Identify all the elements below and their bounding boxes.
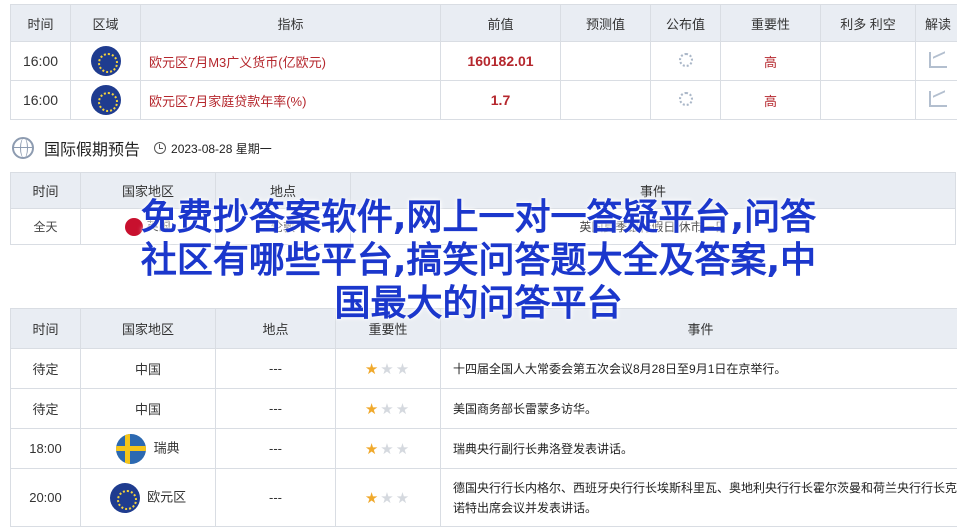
interpretation-cell[interactable] xyxy=(915,80,957,120)
header-forecast: 预测值 xyxy=(560,4,651,42)
event-place: --- xyxy=(215,428,336,469)
header-previous: 前值 xyxy=(440,4,561,42)
event-time: 20:00 xyxy=(10,468,81,527)
star-icon: ★★ xyxy=(380,440,412,458)
loading-icon xyxy=(678,52,693,67)
star-icon: ★ xyxy=(364,400,381,418)
indicator-impact xyxy=(820,41,916,81)
event-row: 待定 中国 --- ★★★ 十四届全国人大常委会第五次会议8月28日至9月1日在… xyxy=(10,348,957,389)
holiday-date: 2023-08-28 星期一 xyxy=(171,141,272,156)
star-icon: ★ xyxy=(364,489,381,507)
overlay-line: 社区有哪些平台,搞笑问答题大全及答案,中 xyxy=(140,240,817,281)
event-time: 待定 xyxy=(10,388,81,429)
indicator-header-row: 时间 区域 指标 前值 预测值 公布值 重要性 利多 利空 解读 xyxy=(10,4,957,42)
actual-cell xyxy=(650,41,721,81)
event-country-cell: 瑞典 xyxy=(80,428,216,469)
indicator-table: 时间 区域 指标 前值 预测值 公布值 重要性 利多 利空 解读 16:00 欧… xyxy=(10,4,957,120)
interpretation-cell[interactable] xyxy=(915,41,957,81)
indicator-time: 16:00 xyxy=(10,80,71,120)
event-country: 中国 xyxy=(80,348,216,389)
event-importance: ★★★ xyxy=(335,468,441,527)
eu-flag-icon xyxy=(109,482,140,513)
overlay-line: 免费抄答案软件,网上一对一答疑平台,问答 xyxy=(140,197,817,238)
star-icon: ★★ xyxy=(380,489,412,507)
header-indicator: 指标 xyxy=(140,4,441,42)
eu-flag-icon xyxy=(90,46,121,76)
indicator-impact xyxy=(820,80,916,120)
header-time: 时间 xyxy=(10,4,71,42)
star-icon: ★ xyxy=(364,360,381,378)
event-description: 十四届全国人大常委会第五次会议8月28日至9月1日在京举行。 xyxy=(440,348,957,389)
header-interpretation: 解读 xyxy=(915,4,957,42)
holiday-title: 国际假期预告 xyxy=(44,142,141,159)
overlay-headline: 免费抄答案软件,网上一对一答疑平台,问答 社区有哪些平台,搞笑问答题大全及答案,… xyxy=(0,196,957,325)
loading-icon xyxy=(678,91,693,106)
chart-icon[interactable] xyxy=(929,90,947,107)
actual-cell xyxy=(650,80,721,120)
event-row: 待定 中国 --- ★★★ 美国商务部长雷蒙多访华。 xyxy=(10,388,957,429)
event-country: 瑞典 xyxy=(153,439,180,455)
sweden-flag-icon xyxy=(116,433,147,464)
header-actual: 公布值 xyxy=(650,4,721,42)
indicator-row[interactable]: 16:00 欧元区7月家庭贷款年率(%) 1.7 高 xyxy=(10,80,957,120)
event-importance: ★★★ xyxy=(335,348,441,389)
chart-icon[interactable] xyxy=(929,51,947,68)
indicator-name[interactable]: 欧元区7月M3广义货币(亿欧元) xyxy=(140,41,441,81)
event-place: --- xyxy=(215,348,336,389)
holiday-section-header: 国际假期预告 2023-08-28 星期一 xyxy=(12,134,272,162)
event-country: 欧元区 xyxy=(147,488,187,504)
indicator-importance: 高 xyxy=(720,80,821,120)
indicator-forecast xyxy=(560,41,651,81)
event-country-cell: 欧元区 xyxy=(80,468,216,527)
header-impact: 利多 利空 xyxy=(820,4,916,42)
event-place: --- xyxy=(215,388,336,429)
star-icon: ★★ xyxy=(380,400,412,418)
event-table: 时间 国家地区 地点 重要性 事件 待定 中国 --- ★★★ 十四届全国人大常… xyxy=(10,308,957,527)
indicator-previous: 1.7 xyxy=(440,80,561,120)
region-cell xyxy=(70,41,141,81)
event-row: 18:00 瑞典 --- ★★★ 瑞典央行副行长弗洛登发表讲话。 xyxy=(10,428,957,469)
event-importance: ★★★ xyxy=(335,388,441,429)
header-region: 区域 xyxy=(70,4,141,42)
event-country: 中国 xyxy=(80,388,216,429)
star-icon: ★ xyxy=(364,440,381,458)
indicator-time: 16:00 xyxy=(10,41,71,81)
event-description: 瑞典央行副行长弗洛登发表讲话。 xyxy=(440,428,957,469)
indicator-row[interactable]: 16:00 欧元区7月M3广义货币(亿欧元) 160182.01 高 xyxy=(10,41,957,81)
eu-flag-icon xyxy=(90,85,121,115)
event-importance: ★★★ xyxy=(335,428,441,469)
overlay-line: 国最大的问答平台 xyxy=(334,283,623,324)
star-icon: ★★ xyxy=(380,360,412,378)
region-cell xyxy=(70,80,141,120)
event-row: 20:00 欧元区 --- ★★★ 德国央行行长内格尔、西班牙央行行长埃斯科里瓦… xyxy=(10,468,957,527)
header-importance: 重要性 xyxy=(720,4,821,42)
event-description: 德国央行行长内格尔、西班牙央行行长埃斯科里瓦、奥地利央行行长霍尔茨曼和荷兰央行行… xyxy=(440,468,957,527)
indicator-importance: 高 xyxy=(720,41,821,81)
indicator-name[interactable]: 欧元区7月家庭贷款年率(%) xyxy=(140,80,441,120)
indicator-previous: 160182.01 xyxy=(440,41,561,81)
event-time: 待定 xyxy=(10,348,81,389)
event-time: 18:00 xyxy=(10,428,81,469)
indicator-forecast xyxy=(560,80,651,120)
event-description: 美国商务部长雷蒙多访华。 xyxy=(440,388,957,429)
clock-icon xyxy=(154,142,167,154)
event-place: --- xyxy=(215,468,336,527)
globe-icon xyxy=(12,137,34,159)
